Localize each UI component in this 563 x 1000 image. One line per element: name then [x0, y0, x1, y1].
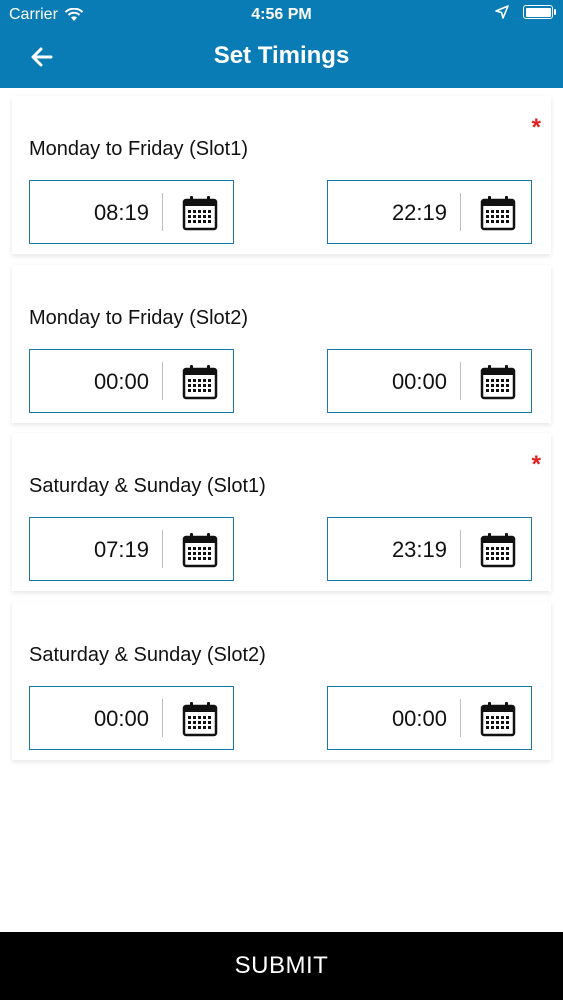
field-divider	[162, 699, 163, 737]
location-arrow-icon	[495, 5, 509, 19]
end-time-value: 23:19	[391, 537, 447, 562]
end-time-field[interactable]: 00:00	[327, 686, 532, 750]
field-divider	[162, 193, 163, 231]
start-time-field[interactable]: 00:00	[29, 686, 234, 750]
start-time-value: 07:19	[93, 537, 149, 562]
required-indicator: *	[531, 451, 541, 478]
slot-title: Saturday & Sunday (Slot1)	[29, 475, 266, 497]
battery-icon	[523, 5, 556, 19]
top-bar: Carrier 4:56 PM Set Timings	[0, 0, 563, 88]
calendar-icon[interactable]	[480, 364, 516, 400]
calendar-icon[interactable]	[182, 532, 218, 568]
slot-card-weekday-2: Monday to Friday (Slot2) 00:00 00:00	[12, 265, 551, 423]
slot-title: Monday to Friday (Slot2)	[29, 307, 248, 329]
field-divider	[162, 362, 163, 400]
field-divider	[460, 530, 461, 568]
end-time-field[interactable]: 23:19	[327, 517, 532, 581]
start-time-field[interactable]: 07:19	[29, 517, 234, 581]
slot-card-weekend-1: * Saturday & Sunday (Slot1) 07:19 23:19	[12, 433, 551, 591]
start-time-value: 00:00	[93, 706, 149, 731]
page-title: Set Timings	[213, 42, 350, 69]
end-time-field[interactable]: 22:19	[327, 180, 532, 244]
field-divider	[460, 362, 461, 400]
status-time: 4:56 PM	[251, 6, 312, 23]
end-time-value: 00:00	[391, 369, 447, 394]
end-time-value: 22:19	[391, 200, 447, 225]
calendar-icon[interactable]	[182, 195, 218, 231]
calendar-icon[interactable]	[182, 701, 218, 737]
start-time-value: 00:00	[93, 369, 149, 394]
start-time-field[interactable]: 08:19	[29, 180, 234, 244]
calendar-icon[interactable]	[182, 364, 218, 400]
calendar-icon[interactable]	[480, 195, 516, 231]
status-right	[495, 5, 556, 19]
slot-card-weekend-2: Saturday & Sunday (Slot2) 00:00 00:00	[12, 602, 551, 760]
field-divider	[460, 193, 461, 231]
start-time-field[interactable]: 00:00	[29, 349, 234, 413]
required-indicator: *	[531, 114, 541, 141]
start-time-value: 08:19	[93, 200, 149, 225]
submit-button[interactable]: SUBMIT	[0, 932, 563, 1000]
status-bar: Carrier 4:56 PM	[0, 0, 563, 30]
calendar-icon[interactable]	[480, 532, 516, 568]
slot-title: Saturday & Sunday (Slot2)	[29, 644, 266, 666]
calendar-icon[interactable]	[480, 701, 516, 737]
slot-card-weekday-1: * Monday to Friday (Slot1) 08:19 22:19	[12, 96, 551, 254]
end-time-value: 00:00	[391, 706, 447, 731]
end-time-field[interactable]: 00:00	[327, 349, 532, 413]
field-divider	[162, 530, 163, 568]
field-divider	[460, 699, 461, 737]
slot-title: Monday to Friday (Slot1)	[29, 138, 248, 160]
